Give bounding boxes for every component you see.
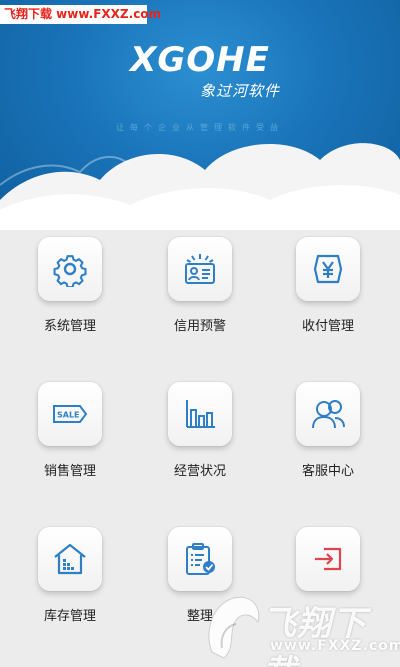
menu-sales-management[interactable]: SALE 销售管理 (10, 382, 130, 492)
menu-system-settings-label: 系统管理 (43, 319, 96, 334)
menu-credit-warning-button[interactable] (168, 237, 232, 301)
menu-system-settings[interactable]: 系统管理 (10, 237, 130, 347)
sale-tag-icon: SALE (53, 405, 88, 423)
credit-card-alert-icon (185, 254, 215, 284)
svg-text:SALE: SALE (57, 411, 80, 420)
watermark-url: www.FXXZ.com (270, 638, 400, 654)
menu-inventory-management[interactable]: 库存管理 (10, 527, 130, 637)
brand-subtitle: 象过河软件 (199, 82, 280, 100)
menu-business-status[interactable]: 经营状况 (140, 382, 260, 492)
menu-system-settings-button[interactable] (38, 237, 102, 301)
menu-credit-warning-label: 信用预警 (173, 319, 226, 334)
menu-organize-button[interactable] (168, 527, 232, 591)
app-header: 飞翔下载 www.FXXZ.com XGOHE 象过河软件 让每个企业从管理软件… (0, 0, 400, 230)
watermark-logo-icon (208, 596, 260, 659)
yen-payment-icon (313, 254, 343, 284)
brand-logo: XGOHE (130, 40, 270, 80)
warehouse-icon (54, 543, 86, 575)
customer-service-icon (312, 400, 345, 429)
site-watermark: 飞翔下载 www.FXXZ.com (0, 5, 161, 24)
menu-payment-management-label: 收付管理 (301, 319, 354, 334)
logout-icon (315, 547, 342, 571)
brand-tagline: 让每个企业从管理软件受益 (116, 123, 284, 132)
menu-payment-management-button[interactable] (296, 237, 360, 301)
gear-icon (53, 255, 87, 287)
menu-sales-management-label: 销售管理 (43, 464, 96, 479)
watermark-overlay: 飞翔下载 www.FXXZ.com (200, 590, 400, 667)
menu-customer-service-label: 客服中心 (301, 464, 354, 479)
menu-business-status-button[interactable] (168, 382, 232, 446)
menu-business-status-label: 经营状况 (173, 464, 226, 479)
clipboard-check-icon (186, 543, 215, 575)
menu-payment-management[interactable]: 收付管理 (268, 237, 388, 347)
watermark-text: 飞翔下载 (262, 604, 367, 667)
menu-inventory-management-label: 库存管理 (43, 609, 96, 624)
menu-credit-warning[interactable]: 信用预警 (140, 237, 260, 347)
bar-chart-icon (186, 400, 215, 428)
menu-sales-management-button[interactable]: SALE (38, 382, 102, 446)
menu-customer-service-button[interactable] (296, 382, 360, 446)
menu-inventory-management-button[interactable] (38, 527, 102, 591)
menu-logout-button[interactable] (296, 527, 360, 591)
menu-customer-service[interactable]: 客服中心 (268, 382, 388, 492)
